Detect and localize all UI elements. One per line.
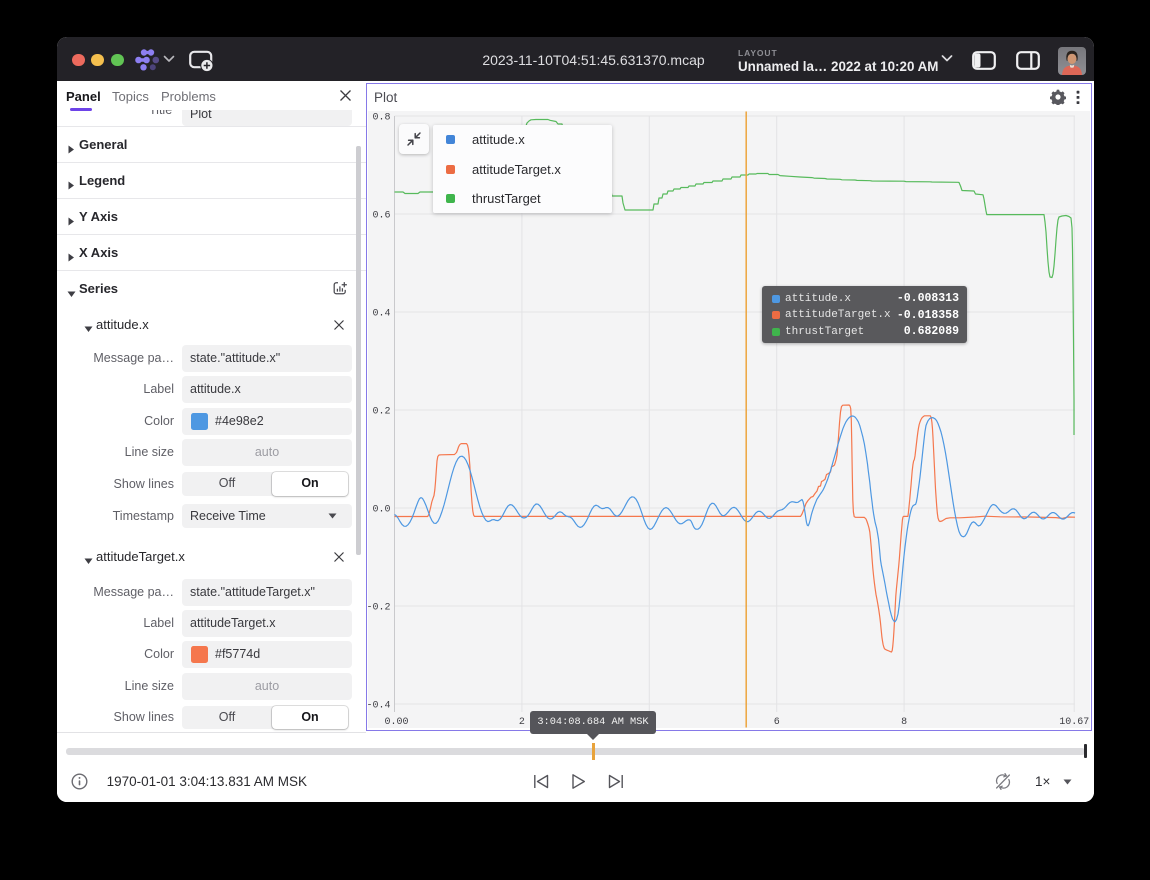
svg-text:8: 8 xyxy=(901,717,907,728)
svg-text:0.4: 0.4 xyxy=(372,309,390,320)
svg-text:-0.2: -0.2 xyxy=(368,603,391,614)
svg-text:-0.4: -0.4 xyxy=(368,701,391,712)
svg-text:0.8: 0.8 xyxy=(372,113,390,124)
svg-text:0.0: 0.0 xyxy=(372,505,390,516)
svg-text:2: 2 xyxy=(519,717,525,728)
svg-text:10.67: 10.67 xyxy=(1059,717,1089,728)
svg-text:0.6: 0.6 xyxy=(372,211,390,222)
svg-text:0.00: 0.00 xyxy=(384,717,408,728)
svg-text:0.2: 0.2 xyxy=(372,407,390,418)
svg-text:6: 6 xyxy=(774,717,780,728)
